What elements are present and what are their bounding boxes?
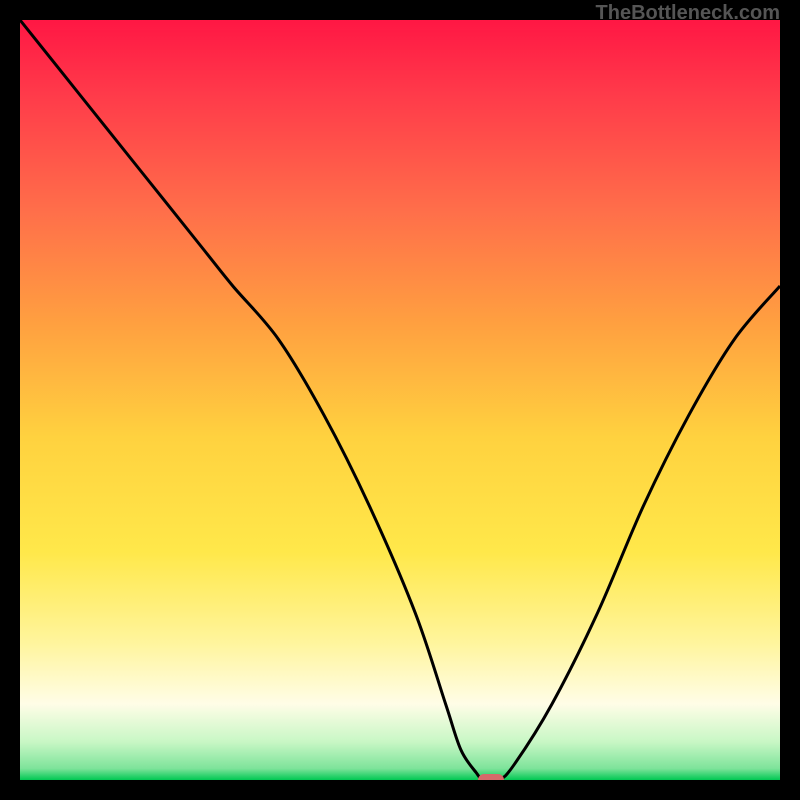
optimal-marker — [478, 774, 504, 780]
watermark-text: TheBottleneck.com — [596, 2, 780, 25]
plot-area — [20, 20, 780, 780]
curve-layer — [20, 20, 780, 780]
bottleneck-curve — [20, 20, 780, 780]
